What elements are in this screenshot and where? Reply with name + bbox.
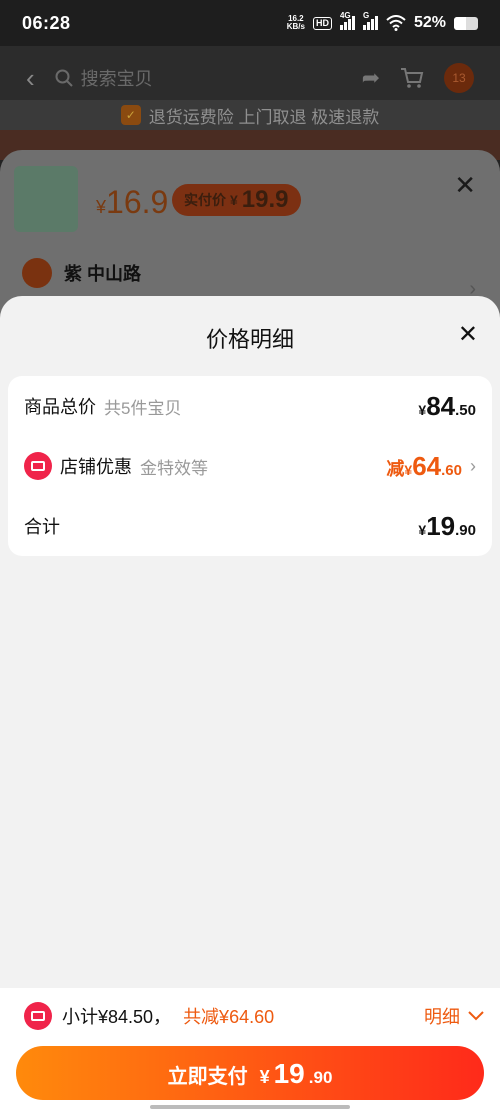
wifi-icon [386,15,406,31]
network-speed: 16.2 KB/s [286,14,305,31]
row-shop-discount[interactable]: 店铺优惠 金特效等 减 ¥ 64 .60 › [8,436,492,496]
row-amount: ¥ 84 .50 [418,390,476,421]
search-placeholder: 搜索宝贝 [80,69,153,89]
subtotal-text: 小计¥84.50， [62,1007,172,1027]
signal-g-icon: G [362,11,378,30]
location-pin-icon [22,258,52,288]
detail-label: 明细 [424,1007,460,1027]
home-indicator[interactable] [150,1105,350,1109]
price-detail-card: 商品总价 共5件宝贝 ¥ 84 .50 店铺优惠 金特效等 减 ¥ 64 .60… [8,376,492,556]
address-text: 紫 中山路 [64,264,142,284]
battery-percent: 52% [413,14,446,31]
sku-close-icon[interactable]: ✕ [454,170,476,201]
price-detail-sheet: 价格明细 ✕ 商品总价 共5件宝贝 ¥ 84 .50 店铺优惠 金特效等 减 ¥… [0,296,500,988]
search-icon [55,69,73,87]
detail-toggle[interactable]: 明细 [424,1003,484,1029]
chevron-right-icon: › [470,455,476,476]
service-notice: ✓ 退货运费险 上门取退 极速退款 [0,100,500,130]
cart-icon[interactable] [400,67,424,89]
shop-icon [24,452,52,480]
row-label: 商品总价 [24,397,96,417]
discount-text: 共减¥64.60 [183,1007,275,1027]
product-price: ¥16.9 [96,184,169,220]
battery-icon [454,16,478,30]
share-icon[interactable]: ➦ [362,65,380,91]
pay-label: 立即支付 [167,1066,248,1088]
row-goods-total: 商品总价 共5件宝贝 ¥ 84 .50 [8,376,492,436]
row-label: 店铺优惠 [60,457,132,477]
row-amount: 减 ¥ 64 .60 [386,450,462,481]
cart-badge: 13 [444,63,474,93]
summary-line: 小计¥84.50， 共减¥64.60 明细 [24,1000,484,1032]
sheet-title: 价格明细 [205,327,294,352]
signal-4g-icon: 4G [339,11,355,30]
row-label: 合计 [24,517,60,537]
back-arrow-icon[interactable]: ‹ [26,63,35,94]
row-sub: 金特效等 [140,458,208,478]
coupon-icon [24,1002,52,1030]
hd-icon: HD [312,16,332,30]
chevron-down-icon [468,1011,484,1021]
notice-text: 退货运费险 上门取退 极速退款 [148,107,380,127]
search-bar[interactable]: 搜索宝贝 [55,58,342,98]
paid-price-badge: 实付价 ¥ 19.9 [172,184,301,216]
address-row[interactable]: 紫 中山路 [22,258,141,288]
shield-icon: ✓ [120,105,141,125]
checkout-bar: 小计¥84.50， 共减¥64.60 明细 立即支付 ¥ 19 .90 [0,988,500,1111]
row-amount: ¥ 19 .90 [418,510,476,541]
product-thumbnail [14,166,78,232]
row-sub: 共5件宝贝 [104,398,182,418]
status-bar: 06:28 16.2 KB/s HD 4G G 52% [0,0,500,46]
status-icons: 16.2 KB/s HD 4G G 52% [286,11,478,32]
row-total: 合计 ¥ 19 .90 [8,496,492,556]
close-icon[interactable]: ✕ [458,322,478,348]
status-time: 06:28 [22,12,71,33]
pay-now-button[interactable]: 立即支付 ¥ 19 .90 [16,1046,484,1100]
